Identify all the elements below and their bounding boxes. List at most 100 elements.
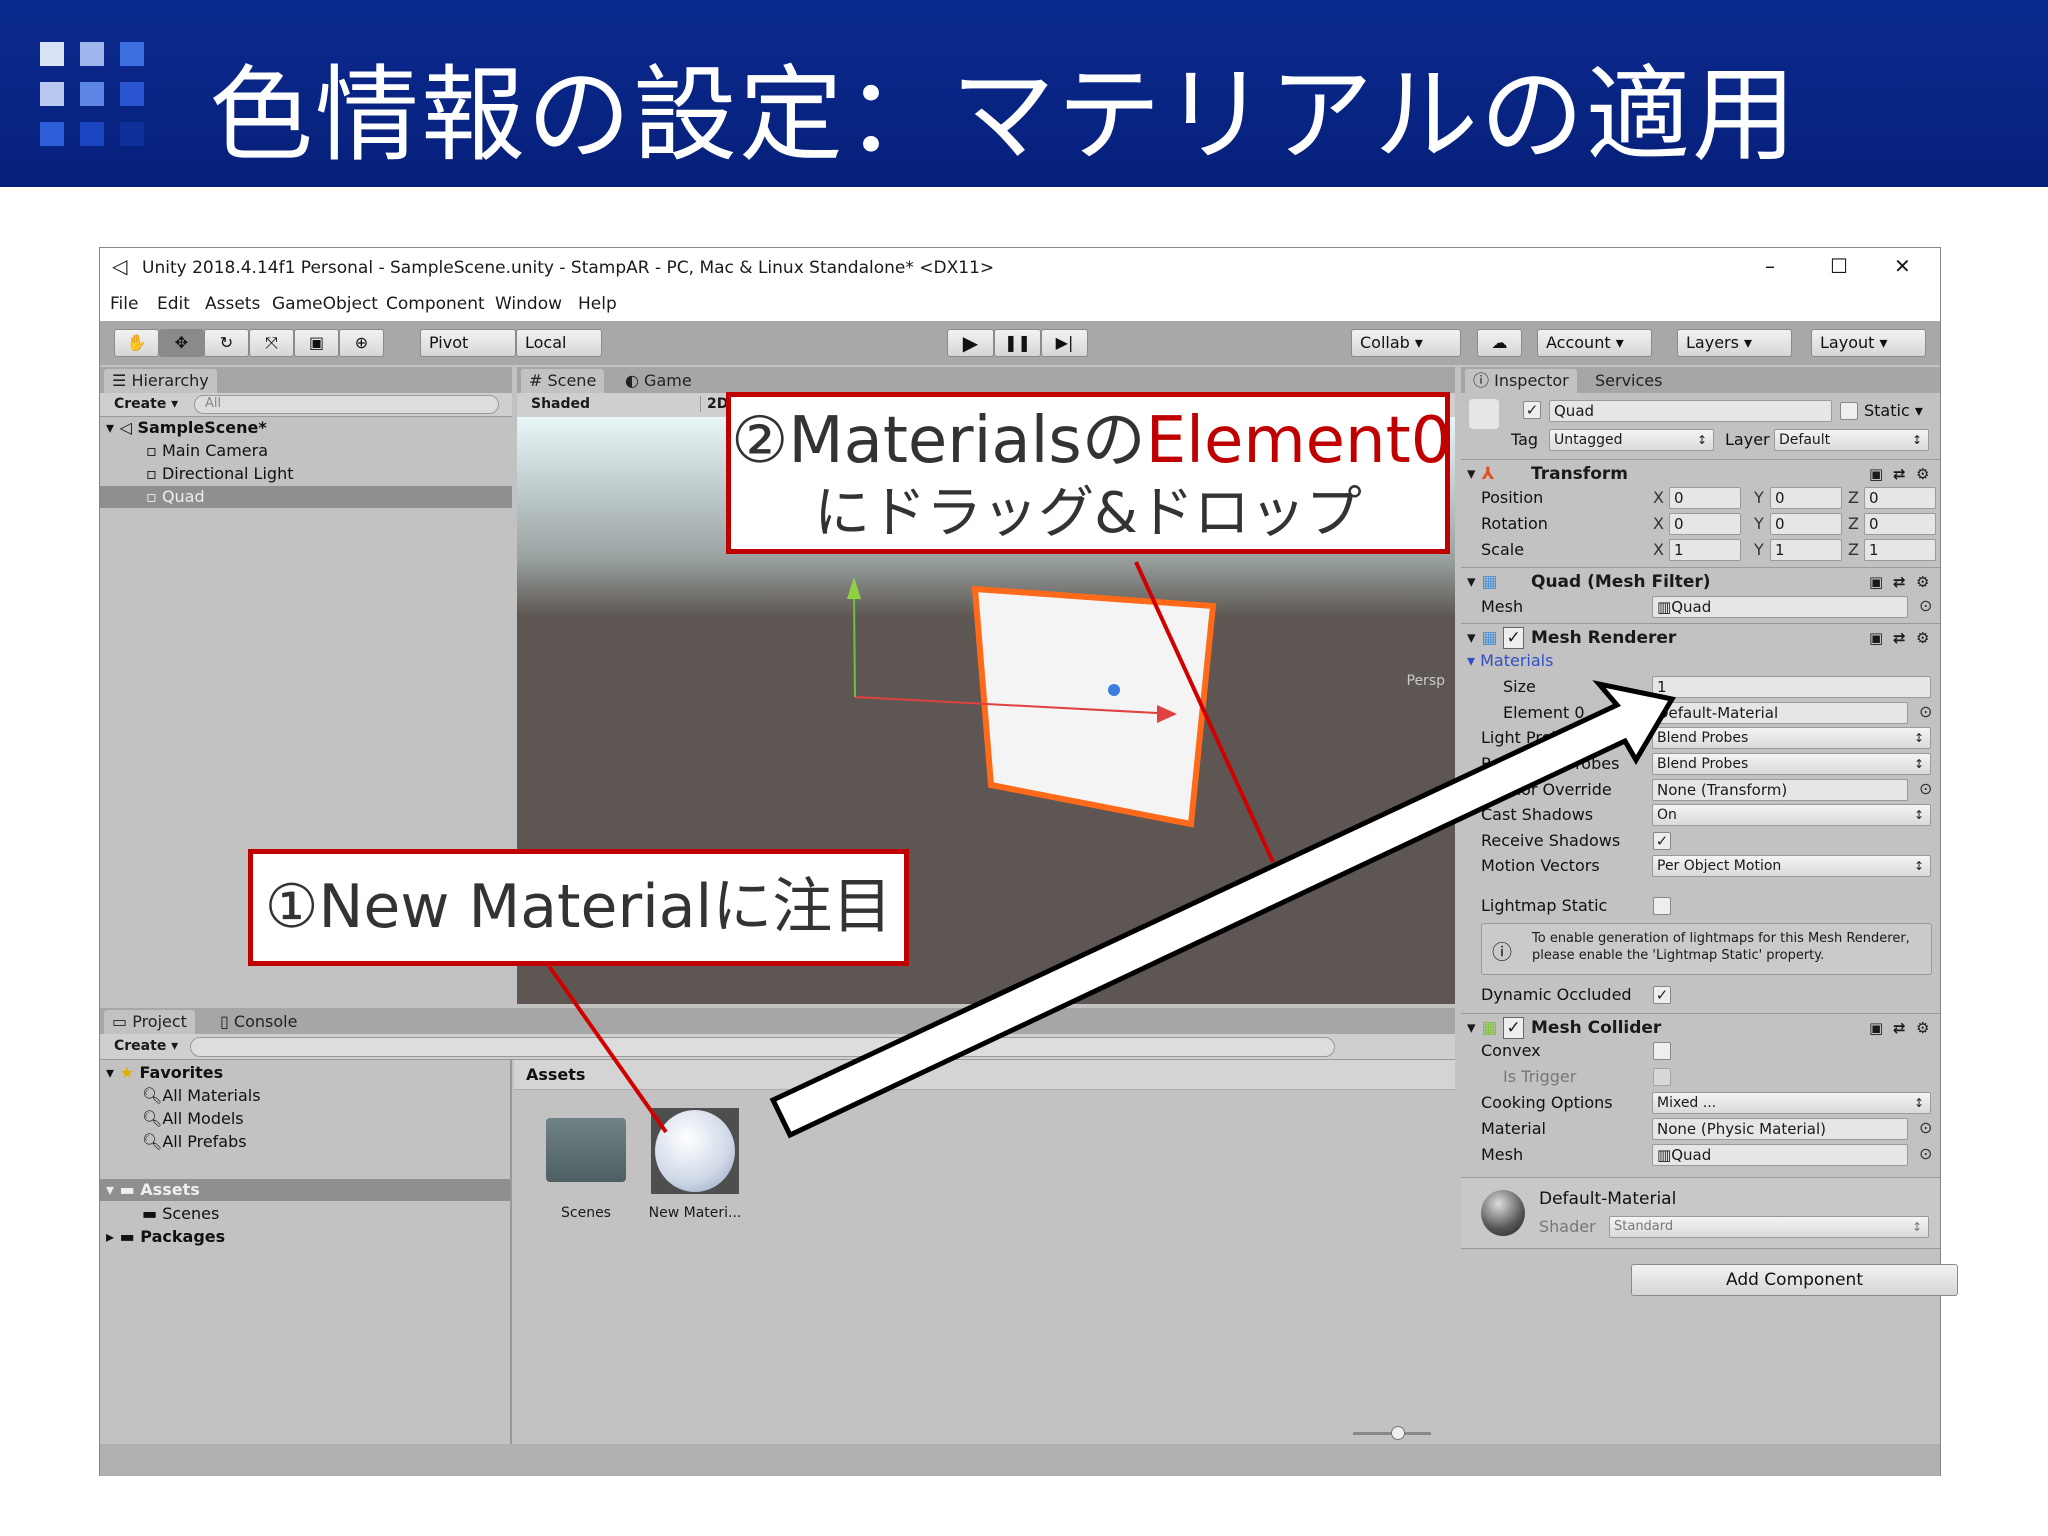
pivot-button[interactable]: Pivot <box>420 329 516 357</box>
dynamic-occluded-label: Dynamic Occluded <box>1481 985 1632 1004</box>
object-name-input[interactable]: Quad <box>1549 400 1832 422</box>
hierarchy-create-button[interactable]: Create ▾ <box>114 396 178 412</box>
callout2-highlight: Element0 <box>1145 404 1452 478</box>
rotate-tool-icon[interactable]: ↻ <box>204 329 249 357</box>
object-picker-icon[interactable]: ⊙ <box>1919 1144 1932 1163</box>
transform-y-input[interactable]: 0 <box>1770 513 1842 535</box>
tab-console[interactable]: ▯ Console <box>212 1010 305 1034</box>
active-checkbox[interactable]: ✓ <box>1523 401 1541 419</box>
lightmap-static-checkbox[interactable] <box>1653 897 1671 915</box>
static-checkbox[interactable] <box>1840 402 1858 420</box>
add-component-button[interactable]: Add Component <box>1631 1264 1958 1296</box>
hierarchy-item[interactable]: ▫ Main Camera <box>146 440 268 462</box>
static-label: Static ▾ <box>1864 401 1923 420</box>
folder-icon-scenes[interactable]: Scenes <box>546 1118 626 1233</box>
hierarchy-item-selected[interactable]: ▫ Quad <box>100 486 512 508</box>
menu-gameobject[interactable]: GameObject <box>272 294 378 314</box>
reflection-probes-label: Reflection Probes <box>1481 754 1620 773</box>
object-picker-icon[interactable]: ⊙ <box>1919 1118 1932 1137</box>
menu-window[interactable]: Window <box>495 294 562 314</box>
project-create-button[interactable]: Create ▾ <box>114 1038 178 1054</box>
mesh-field[interactable]: ▥Quad <box>1652 596 1908 618</box>
favorite-item[interactable]: 🔍︎All Prefabs <box>142 1131 247 1153</box>
mesh-renderer-header[interactable]: ▾ ▦ ✓ Mesh Renderer ▣ ⇄ ⚙ <box>1461 623 1940 651</box>
transform-z-input[interactable]: 1 <box>1864 539 1936 561</box>
breadcrumb-assets[interactable]: Assets <box>526 1064 585 1086</box>
motion-vectors-dropdown[interactable]: Per Object Motion <box>1652 855 1931 877</box>
menu-help[interactable]: Help <box>578 294 617 314</box>
account-button[interactable]: Account ▾ <box>1537 329 1652 357</box>
local-button[interactable]: Local <box>516 329 602 357</box>
maximize-button[interactable]: ☐ <box>1830 254 1848 278</box>
transform-y-input[interactable]: 0 <box>1770 487 1842 509</box>
cooking-options-dropdown[interactable]: Mixed ... <box>1652 1092 1931 1114</box>
menu-edit[interactable]: Edit <box>157 294 190 314</box>
receive-shadows-checkbox[interactable]: ✓ <box>1653 832 1671 850</box>
menu-component[interactable]: Component <box>386 294 485 314</box>
light-probes-dropdown[interactable]: Blend Probes <box>1652 727 1931 749</box>
transform-x-input[interactable]: 1 <box>1669 539 1741 561</box>
step-button[interactable]: ▶| <box>1041 329 1088 357</box>
tab-inspector[interactable]: ⓘ Inspector <box>1465 369 1577 393</box>
mesh-collider-header[interactable]: ▾ ▦ ✓ Mesh Collider ▣ ⇄ ⚙ <box>1461 1013 1940 1041</box>
transform-x-input[interactable]: 0 <box>1669 487 1741 509</box>
shader-dropdown[interactable]: Standard <box>1609 1216 1929 1238</box>
convex-checkbox[interactable] <box>1653 1042 1671 1060</box>
hierarchy-item[interactable]: ▫ Directional Light <box>146 463 293 485</box>
favorites-folder[interactable]: ▾ ★ Favorites <box>106 1062 223 1084</box>
unity-logo-icon: ◁ <box>112 254 128 278</box>
cast-shadows-dropdown[interactable]: On <box>1652 804 1931 826</box>
packages-folder[interactable]: ▸ ▬ Packages <box>106 1226 225 1248</box>
z-axis-handle <box>1108 684 1120 696</box>
hierarchy-search-input[interactable]: All <box>194 395 499 414</box>
convex-label: Convex <box>1481 1041 1541 1060</box>
size-input[interactable]: 1 <box>1652 676 1931 698</box>
move-tool-icon[interactable]: ✥ <box>159 329 204 357</box>
minimize-button[interactable]: – <box>1765 254 1775 278</box>
new-material-asset[interactable]: New Materi... <box>649 1108 741 1233</box>
favorite-item[interactable]: 🔍︎All Models <box>142 1108 244 1130</box>
tag-dropdown[interactable]: Untagged <box>1549 429 1714 451</box>
menu-assets[interactable]: Assets <box>205 294 260 314</box>
pause-button[interactable]: ❚❚ <box>994 329 1041 357</box>
reflection-probes-dropdown[interactable]: Blend Probes <box>1652 753 1931 775</box>
scene-root[interactable]: ▾ ◁ SampleScene* <box>106 417 267 439</box>
assets-folder-selected[interactable]: ▾ ▬ Assets <box>100 1179 510 1201</box>
tab-project[interactable]: ▭ Project <box>104 1010 195 1034</box>
play-button[interactable]: ▶ <box>947 329 994 357</box>
scenes-folder[interactable]: ▬ Scenes <box>142 1203 219 1225</box>
object-picker-icon[interactable]: ⊙ <box>1919 596 1932 615</box>
hand-tool-icon[interactable]: ✋ <box>114 329 159 357</box>
collider-mesh-field[interactable]: ▥Quad <box>1652 1144 1908 1166</box>
rect-tool-icon[interactable]: ▣ <box>294 329 339 357</box>
element0-field[interactable]: Default-Material <box>1652 702 1908 724</box>
object-picker-icon[interactable]: ⊙ <box>1919 702 1932 721</box>
object-picker-icon[interactable]: ⊙ <box>1919 779 1932 798</box>
anchor-override-field[interactable]: None (Transform) <box>1652 779 1908 801</box>
project-search-input[interactable] <box>190 1037 1335 1057</box>
axis-label-y: Y <box>1754 514 1764 533</box>
transform-tool-icon[interactable]: ⊕ <box>339 329 384 357</box>
layout-button[interactable]: Layout ▾ <box>1811 329 1926 357</box>
layers-button[interactable]: Layers ▾ <box>1677 329 1792 357</box>
is-trigger-checkbox[interactable] <box>1653 1068 1671 1086</box>
menu-file[interactable]: File <box>110 294 138 314</box>
mesh-filter-header[interactable]: ▾ ▦ Quad (Mesh Filter) ▣ ⇄ ⚙ <box>1461 567 1940 595</box>
transform-z-input[interactable]: 0 <box>1864 487 1936 509</box>
collab-button[interactable]: Collab ▾ <box>1351 329 1461 357</box>
favorite-item[interactable]: 🔍︎All Materials <box>142 1085 261 1107</box>
physic-material-field[interactable]: None (Physic Material) <box>1652 1118 1908 1140</box>
materials-foldout[interactable]: ▾ Materials <box>1467 650 1553 672</box>
thumbnail-size-slider[interactable] <box>1353 1426 1431 1440</box>
transform-z-input[interactable]: 0 <box>1864 513 1936 535</box>
transform-y-input[interactable]: 1 <box>1770 539 1842 561</box>
scale-tool-icon[interactable]: ⤧ <box>249 329 294 357</box>
transform-x-input[interactable]: 0 <box>1669 513 1741 535</box>
layer-dropdown[interactable]: Default <box>1774 429 1929 451</box>
transform-header[interactable]: ▾ ⅄ Transform ▣ ⇄ ⚙ <box>1461 459 1940 487</box>
cloud-icon[interactable]: ☁ <box>1477 329 1522 357</box>
tab-services[interactable]: Services <box>1587 369 1670 393</box>
dynamic-occluded-checkbox[interactable]: ✓ <box>1653 986 1671 1004</box>
tab-hierarchy[interactable]: ☰ Hierarchy <box>104 369 217 393</box>
close-button[interactable]: ✕ <box>1894 254 1911 278</box>
